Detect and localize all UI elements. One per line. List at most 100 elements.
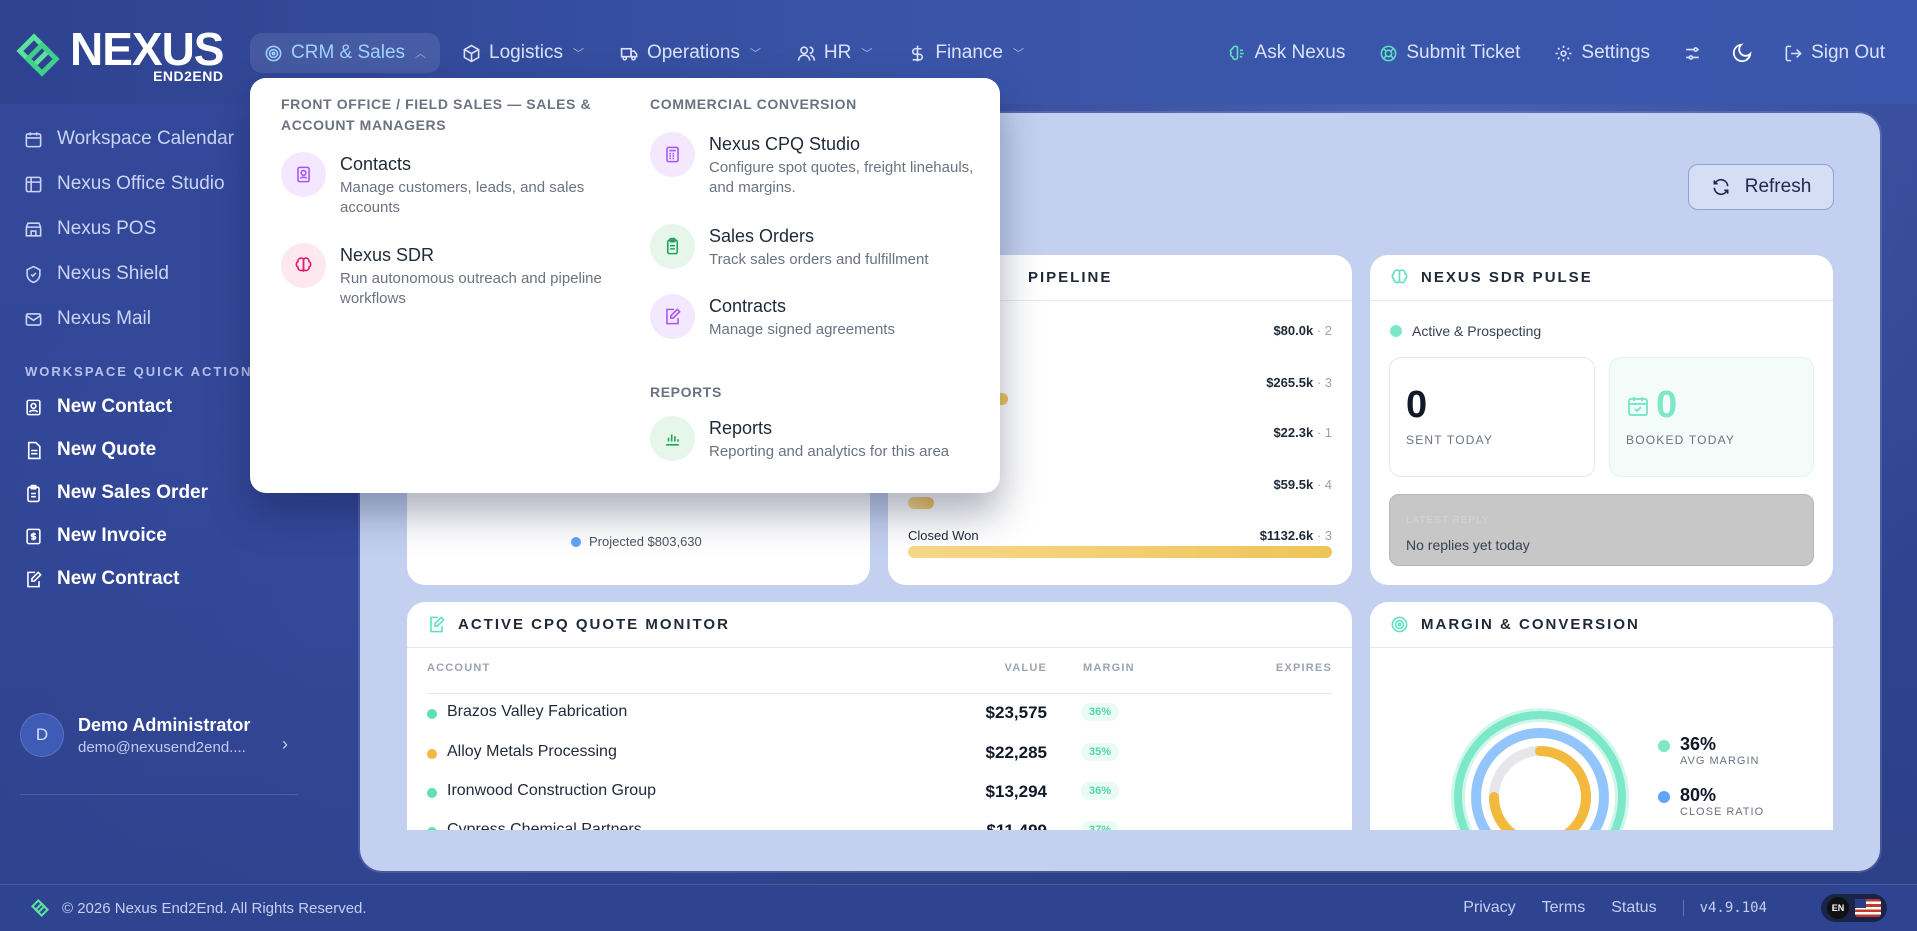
lifebuoy-icon <box>1380 45 1397 61</box>
close-ratio-legend: 80% CLOSE RATIO <box>1658 785 1764 818</box>
chevron-up-icon: ︿ <box>415 48 427 60</box>
version-label: v4.9.104 <box>1682 900 1767 916</box>
menu-item-title: Contacts <box>340 154 412 174</box>
quote-monitor-title: ACTIVE CPQ QUOTE MONITOR <box>458 616 730 633</box>
sidebar-item-shield[interactable]: Nexus Shield <box>24 263 169 285</box>
quote-margin: 37% <box>1081 821 1120 830</box>
avg-margin-label: AVG MARGIN <box>1680 755 1760 767</box>
sign-out-button[interactable]: Sign Out <box>1770 33 1899 73</box>
footer-link-terms[interactable]: Terms <box>1542 899 1586 917</box>
quick-actions-heading: WORKSPACE QUICK ACTIONS <box>25 364 264 379</box>
pipeline-amount: $22.3k <box>1273 425 1314 440</box>
submit-ticket-button[interactable]: Submit Ticket <box>1365 33 1534 73</box>
logo[interactable]: NEXUS END2END <box>14 26 224 83</box>
calendar-check-icon <box>1626 394 1650 423</box>
users-icon <box>797 45 816 61</box>
calculator-icon <box>650 132 695 177</box>
sliders-icon[interactable] <box>1670 33 1714 73</box>
sdr-card-header: NEXUS SDR PULSE <box>1370 255 1833 301</box>
moon-icon[interactable] <box>1720 33 1764 73</box>
quote-value: $23,575 <box>985 703 1047 722</box>
new-quote-button[interactable]: New Quote <box>24 439 156 461</box>
ask-nexus-button[interactable]: Ask Nexus <box>1214 33 1360 73</box>
nav-finance[interactable]: Finance ﹀ <box>894 33 1038 73</box>
sidebar-item-label: Nexus Mail <box>57 308 151 329</box>
nav-logistics[interactable]: Logistics ﹀ <box>448 33 598 73</box>
contact-icon <box>26 399 41 415</box>
nav-crm-sales[interactable]: CRM & Sales ︿ <box>250 33 441 73</box>
quote-margin: 36% <box>1081 703 1120 721</box>
sidebar-item-office-studio[interactable]: Nexus Office Studio <box>24 173 225 195</box>
menu-item-sales-orders[interactable]: Sales Orders Track sales orders and fulf… <box>650 224 980 270</box>
col-header-expires: EXPIRES <box>1275 662 1332 674</box>
legend-dot <box>571 536 581 547</box>
refresh-label: Refresh <box>1744 176 1812 197</box>
new-quote-label: New Quote <box>57 439 157 460</box>
new-invoice-button[interactable]: New Invoice <box>24 525 167 547</box>
chevron-right-icon[interactable]: › <box>282 734 288 755</box>
user-profile[interactable]: D Demo Administrator demo@nexusend2end..… <box>20 713 250 757</box>
nav-hr[interactable]: HR ﹀ <box>783 33 886 73</box>
table-row[interactable]: Brazos Valley Fabrication $23,575 36% <box>427 701 1332 731</box>
sidebar-item-mail[interactable]: Nexus Mail <box>24 308 151 330</box>
sdr-status: Active & Prospecting <box>1390 323 1541 339</box>
new-invoice-label: New Invoice <box>57 525 167 546</box>
store-icon <box>25 221 42 237</box>
settings-button[interactable]: Settings <box>1540 33 1664 73</box>
table-row[interactable]: Alloy Metals Processing $22,285 35% <box>427 741 1332 771</box>
sdr-title: NEXUS SDR PULSE <box>1421 269 1593 286</box>
booked-today-stat: 0 BOOKED TODAY <box>1609 357 1814 477</box>
nav-crm-sales-label: CRM & Sales <box>291 42 406 63</box>
pipeline-amount: $265.5k <box>1266 375 1314 390</box>
quote-account: Ironwood Construction Group <box>447 782 656 799</box>
legend-dot <box>1658 791 1670 803</box>
brain-icon <box>1229 45 1244 60</box>
pipeline-count: · 2 <box>1316 323 1332 338</box>
user-name: Demo Administrator <box>78 714 251 735</box>
mail-icon <box>25 312 42 326</box>
new-contact-button[interactable]: New Contact <box>24 396 172 418</box>
language-code: EN <box>1827 897 1849 919</box>
crm-sales-dropdown: FRONT OFFICE / FIELD SALES — SALES & ACC… <box>250 78 1000 493</box>
invoice-icon <box>26 528 41 544</box>
pipeline-value: $80.0k · 2 <box>1273 323 1332 338</box>
latest-reply-text: No replies yet today <box>1406 537 1530 553</box>
table-row[interactable]: Cypress Chemical Partners $11,499 37% <box>427 819 1332 830</box>
table-row[interactable]: Ironwood Construction Group $13,294 36% <box>427 780 1332 810</box>
logo-icon <box>14 31 62 79</box>
new-sales-order-button[interactable]: New Sales Order <box>24 482 208 504</box>
sidebar-item-pos[interactable]: Nexus POS <box>24 218 156 240</box>
sidebar-item-label: Workspace Calendar <box>57 128 235 149</box>
target-icon <box>1391 616 1408 633</box>
latest-reply-box: LATEST REPLY No replies yet today <box>1389 494 1814 566</box>
menu-item-cpq-studio[interactable]: Nexus CPQ Studio Configure spot quotes, … <box>650 132 980 198</box>
avg-margin-legend: 36% AVG MARGIN <box>1658 734 1759 767</box>
menu-item-desc: Run autonomous outreach and pipeline wor… <box>340 270 602 307</box>
contact-icon <box>281 152 326 197</box>
quote-account: Brazos Valley Fabrication <box>447 703 628 720</box>
language-switcher[interactable]: EN <box>1821 894 1887 922</box>
clipboard-icon <box>650 224 695 269</box>
menu-item-contacts[interactable]: Contacts Manage customers, leads, and sa… <box>281 152 611 218</box>
menu-item-desc: Reporting and analytics for this area <box>709 443 950 460</box>
nav-operations[interactable]: Operations ﹀ <box>606 33 775 73</box>
new-contract-button[interactable]: New Contract <box>24 568 179 590</box>
refresh-button[interactable]: Refresh <box>1688 164 1834 210</box>
footer-link-privacy[interactable]: Privacy <box>1463 899 1515 917</box>
us-flag-icon <box>1855 899 1881 917</box>
status-dot <box>427 749 437 759</box>
nav-operations-label: Operations <box>646 42 740 63</box>
chevron-down-icon: ﹀ <box>861 48 873 60</box>
sidebar-item-workspace-calendar[interactable]: Workspace Calendar <box>24 128 234 150</box>
menu-item-reports[interactable]: Reports Reporting and analytics for this… <box>650 416 980 462</box>
booked-today-value: 0 <box>1656 384 1678 426</box>
menu-item-nexus-sdr[interactable]: Nexus SDR Run autonomous outreach and pi… <box>281 243 611 309</box>
footer-link-status[interactable]: Status <box>1611 899 1656 917</box>
gear-icon <box>1555 45 1572 61</box>
legend-dot <box>1658 740 1670 752</box>
quote-account: Alloy Metals Processing <box>447 743 617 760</box>
shield-icon <box>26 265 41 283</box>
pipeline-amount: $80.0k <box>1273 323 1314 338</box>
menu-item-contracts[interactable]: Contracts Manage signed agreements <box>650 294 980 340</box>
close-ratio-label: CLOSE RATIO <box>1680 806 1765 818</box>
